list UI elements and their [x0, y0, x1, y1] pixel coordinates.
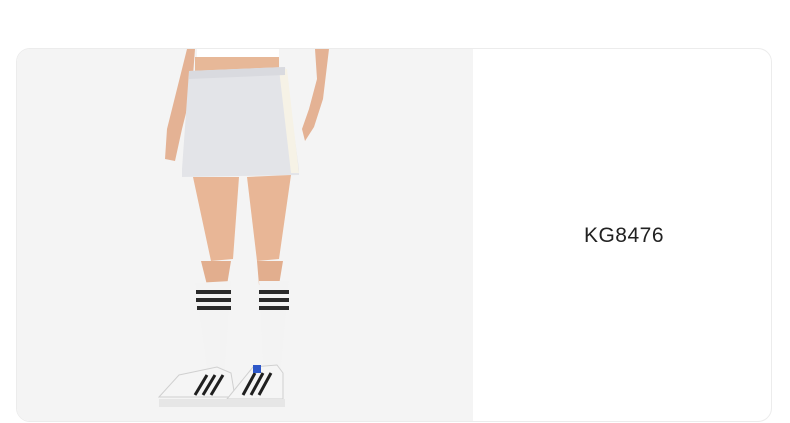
product-photo [157, 49, 329, 407]
right-arm [302, 49, 329, 141]
shoe-tongue-logo [253, 365, 261, 373]
product-card[interactable]: KG8476 [16, 48, 772, 422]
product-sku: KG8476 [583, 224, 665, 247]
left-thigh [193, 177, 239, 261]
right-shoe-sole [225, 399, 285, 407]
right-sock [259, 281, 289, 369]
product-info: KG8476 [473, 49, 771, 421]
product-image[interactable] [17, 49, 473, 421]
left-sock [195, 281, 231, 369]
sock-stripes [196, 290, 289, 310]
right-thigh [247, 175, 291, 261]
